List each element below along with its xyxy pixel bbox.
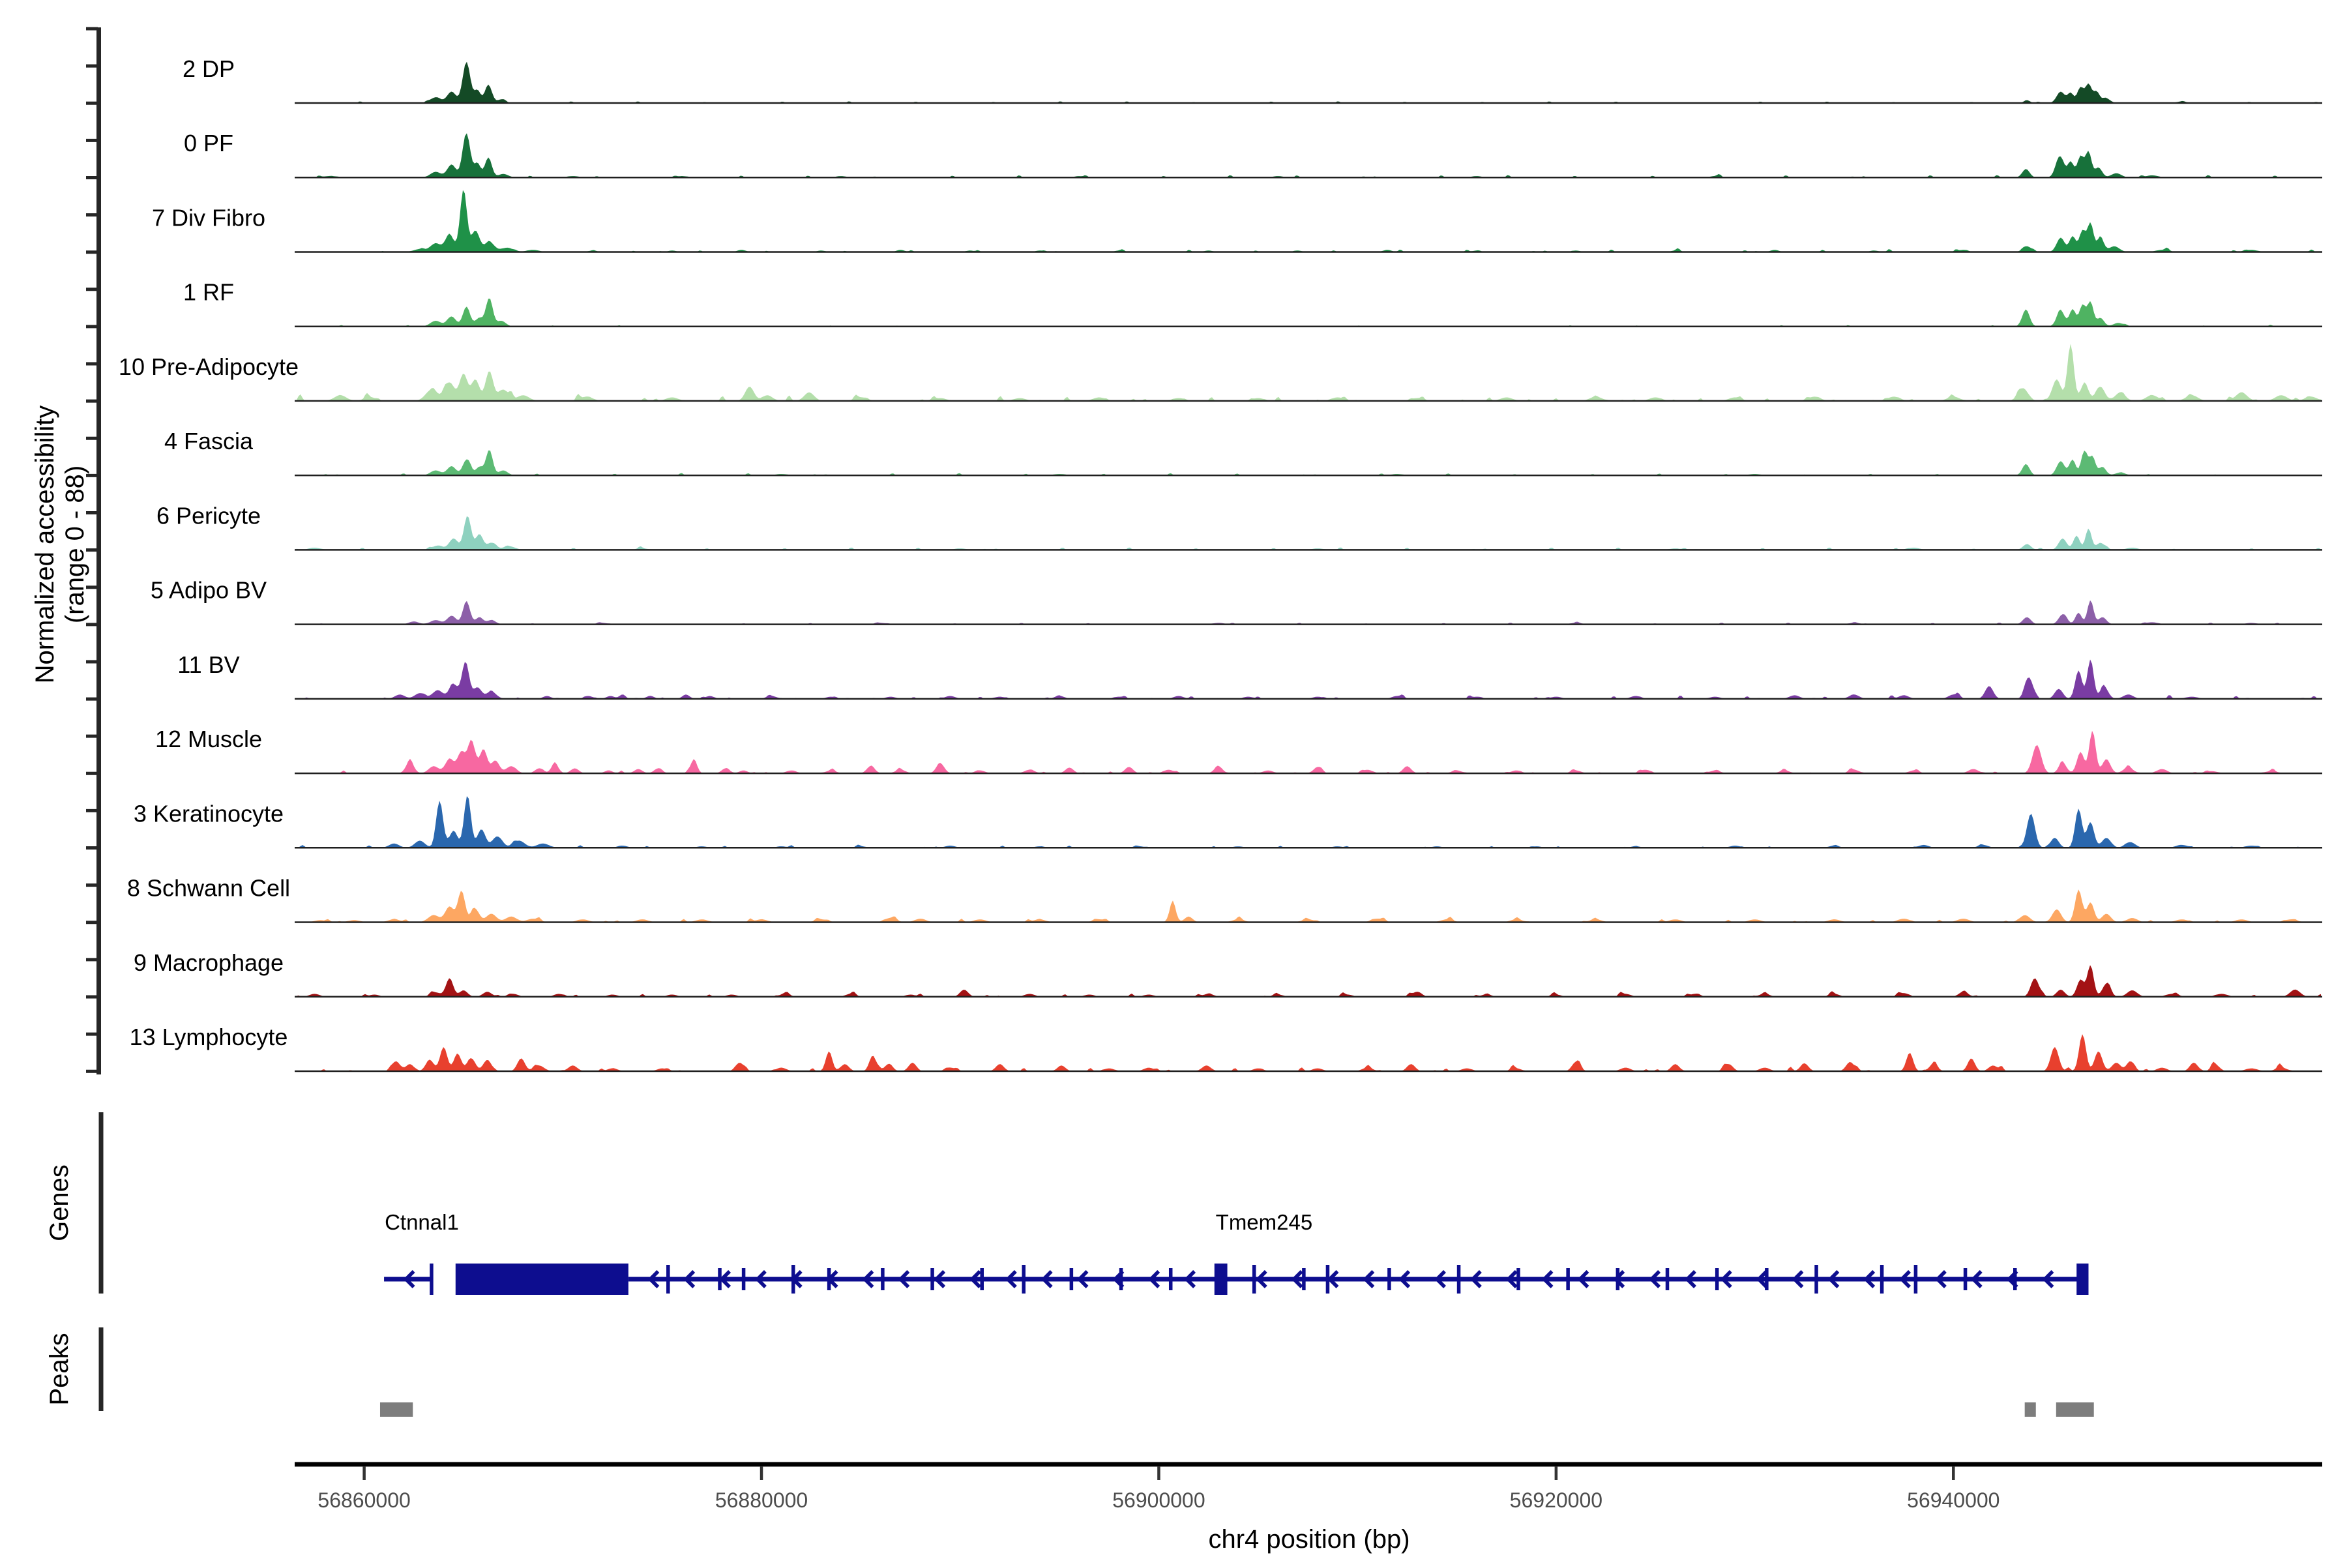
gene-name-label: Ctnnal1	[385, 1210, 459, 1234]
accessibility-tracks	[295, 62, 2322, 1071]
x-axis-ticks: 56860000 56880000 56900000 56920000 56940000	[317, 1466, 2000, 1512]
peak-call-bar	[380, 1402, 413, 1417]
gene-exon	[1119, 1268, 1123, 1290]
signal-area-0-pf	[297, 133, 2321, 177]
gene-name-label: Tmem245	[1216, 1210, 1313, 1234]
gene-tmem245: Tmem245	[628, 1210, 2089, 1295]
gene-exon	[1252, 1265, 1256, 1294]
signal-area-7-div-fibro	[297, 190, 2321, 252]
track-label-11-bv: 11 BV	[177, 651, 239, 678]
track-label-8-schwann-cell: 8 Schwann Cell	[127, 875, 290, 902]
signal-area-6-pericyte	[297, 516, 2321, 550]
gene-exon	[1914, 1265, 1918, 1294]
genes-section-label: Genes	[45, 1164, 74, 1241]
track-labels: 2 DP 0 PF 7 Div Fibro 1 RF 10 Pre-Adipocyte 4…	[119, 55, 299, 1050]
signal-area-4-fascia	[297, 451, 2321, 475]
gene-exon-box	[1215, 1264, 1228, 1295]
track-label-2-dp: 2 DP	[183, 55, 235, 82]
track-label-10-pre-adipocyte: 10 Pre-Adipocyte	[119, 353, 299, 380]
signal-area-3-keratinocyte	[297, 796, 2321, 848]
gene-exon	[1070, 1268, 1074, 1290]
peaks-section: Peaks	[45, 1327, 2094, 1417]
gene-exon	[1765, 1268, 1769, 1290]
gene-exon	[1302, 1268, 1306, 1290]
track-label-5-adipo-bv: 5 Adipo BV	[151, 577, 267, 604]
track-label-1-rf: 1 RF	[183, 279, 234, 306]
peak-calls	[380, 1402, 2094, 1417]
track-label-13-lymphocyte: 13 Lymphocyte	[130, 1024, 288, 1050]
track-label-12-muscle: 12 Muscle	[155, 726, 262, 752]
coverage-plot-figure: 2 DP 0 PF 7 Div Fibro 1 RF 10 Pre-Adipocyte 4…	[0, 0, 2347, 1565]
y-axis-label-line1: Normalized accessibility	[31, 406, 59, 684]
genes-section: Genes Ctnnal1 Tmem245	[45, 1112, 2088, 1295]
gene-models: Ctnnal1 Tmem245	[384, 1210, 2088, 1295]
x-axis-tick-label: 56920000	[1510, 1488, 1602, 1512]
gene-exon	[881, 1268, 885, 1290]
signal-area-11-bv	[297, 660, 2321, 699]
signal-area-12-muscle	[297, 731, 2321, 773]
signal-area-5-adipo-bv	[297, 600, 2321, 625]
x-axis-tick-label: 56900000	[1112, 1488, 1205, 1512]
y-axis-label-line2: (range 0 - 88)	[61, 466, 89, 623]
track-label-6-pericyte: 6 Pericyte	[156, 502, 261, 529]
gene-exon	[791, 1265, 795, 1294]
x-axis-title: chr4 position (bp)	[1208, 1525, 1410, 1554]
track-label-4-fascia: 4 Fascia	[164, 428, 254, 454]
track-label-3-keratinocyte: 3 Keratinocyte	[134, 800, 284, 827]
signal-area-9-macrophage	[297, 965, 2321, 997]
gene-exon	[1880, 1265, 1884, 1294]
signal-area-10-pre-adipocyte	[297, 344, 2321, 401]
gene-exon	[1666, 1268, 1670, 1290]
peak-call-bar	[2056, 1402, 2094, 1417]
x-axis-tick-label: 56940000	[1907, 1488, 2000, 1512]
x-axis: 56860000 56880000 56900000 56920000 56940000…	[295, 1464, 2322, 1554]
signal-area-1-rf	[297, 299, 2321, 327]
peak-call-bar	[2025, 1402, 2036, 1417]
gene-exon	[1516, 1268, 1520, 1290]
gene-exon	[2013, 1268, 2017, 1290]
signal-area-8-schwann-cell	[297, 889, 2321, 922]
gene-exon	[430, 1264, 434, 1295]
x-axis-tick-label: 56880000	[715, 1488, 808, 1512]
x-axis-tick-label: 56860000	[317, 1488, 410, 1512]
gene-exon-box	[2076, 1264, 2088, 1295]
gene-exon-box	[456, 1264, 628, 1295]
gene-exon	[1964, 1268, 1968, 1290]
gene-exon	[827, 1268, 831, 1290]
peaks-section-label: Peaks	[45, 1333, 74, 1405]
gene-exon	[666, 1265, 670, 1294]
gene-exon	[742, 1268, 746, 1290]
gene-exon	[718, 1268, 722, 1290]
gene-exon	[981, 1268, 984, 1290]
signal-area-13-lymphocyte	[297, 1034, 2321, 1071]
gene-exon	[1387, 1268, 1391, 1290]
gene-exon	[1814, 1265, 1818, 1294]
gene-ctnnal1: Ctnnal1	[384, 1210, 628, 1295]
gene-exon	[1169, 1268, 1173, 1290]
gene-exon	[1326, 1265, 1330, 1294]
track-label-7-div-fibro: 7 Div Fibro	[152, 204, 265, 231]
gene-exon	[1022, 1265, 1026, 1294]
gene-exon	[1616, 1268, 1620, 1290]
signal-area-2-dp	[297, 62, 2321, 103]
track-label-0-pf: 0 PF	[184, 130, 233, 156]
gene-exon	[1566, 1268, 1570, 1290]
gene-exon	[1715, 1268, 1719, 1290]
gene-exon	[930, 1268, 934, 1290]
gene-exon	[1457, 1265, 1461, 1294]
track-label-9-macrophage: 9 Macrophage	[134, 949, 284, 976]
